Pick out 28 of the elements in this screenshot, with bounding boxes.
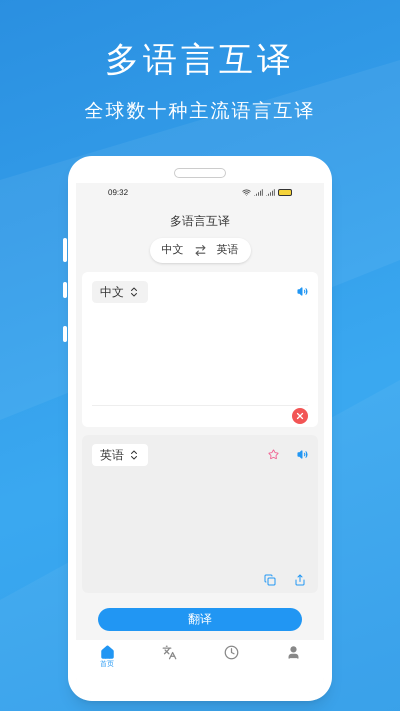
share-icon[interactable] (294, 574, 306, 586)
speaker-notch (174, 168, 226, 178)
clock-icon (224, 644, 238, 660)
user-icon (286, 644, 300, 660)
language-select[interactable]: 英语 (92, 444, 148, 466)
input-card[interactable]: 中文 (82, 272, 318, 426)
speaker-icon[interactable] (297, 286, 308, 297)
source-language[interactable]: 中文 (162, 242, 184, 258)
translate-icon (162, 644, 176, 660)
speaker-icon[interactable] (297, 449, 308, 460)
swap-icon[interactable] (194, 244, 206, 256)
sort-icon (128, 448, 140, 460)
copy-icon[interactable] (264, 574, 276, 586)
app-title: 多语言互译 (169, 212, 231, 230)
wifi-icon (242, 188, 251, 197)
target-language[interactable]: 英语 (216, 242, 238, 258)
signal-icon (266, 188, 275, 197)
headline: 多语言互译 (105, 40, 295, 81)
star-icon[interactable] (268, 449, 279, 460)
sort-icon (128, 286, 140, 298)
battery-icon (278, 189, 292, 196)
status-time: 09:32 (108, 186, 128, 198)
signal-icon (254, 188, 263, 197)
language-select[interactable]: 中文 (92, 280, 148, 302)
close-icon (295, 410, 305, 420)
clear-button[interactable] (292, 408, 308, 424)
subheadline: 全球数十种主流语言互译 (84, 100, 316, 124)
home-icon (100, 644, 114, 660)
